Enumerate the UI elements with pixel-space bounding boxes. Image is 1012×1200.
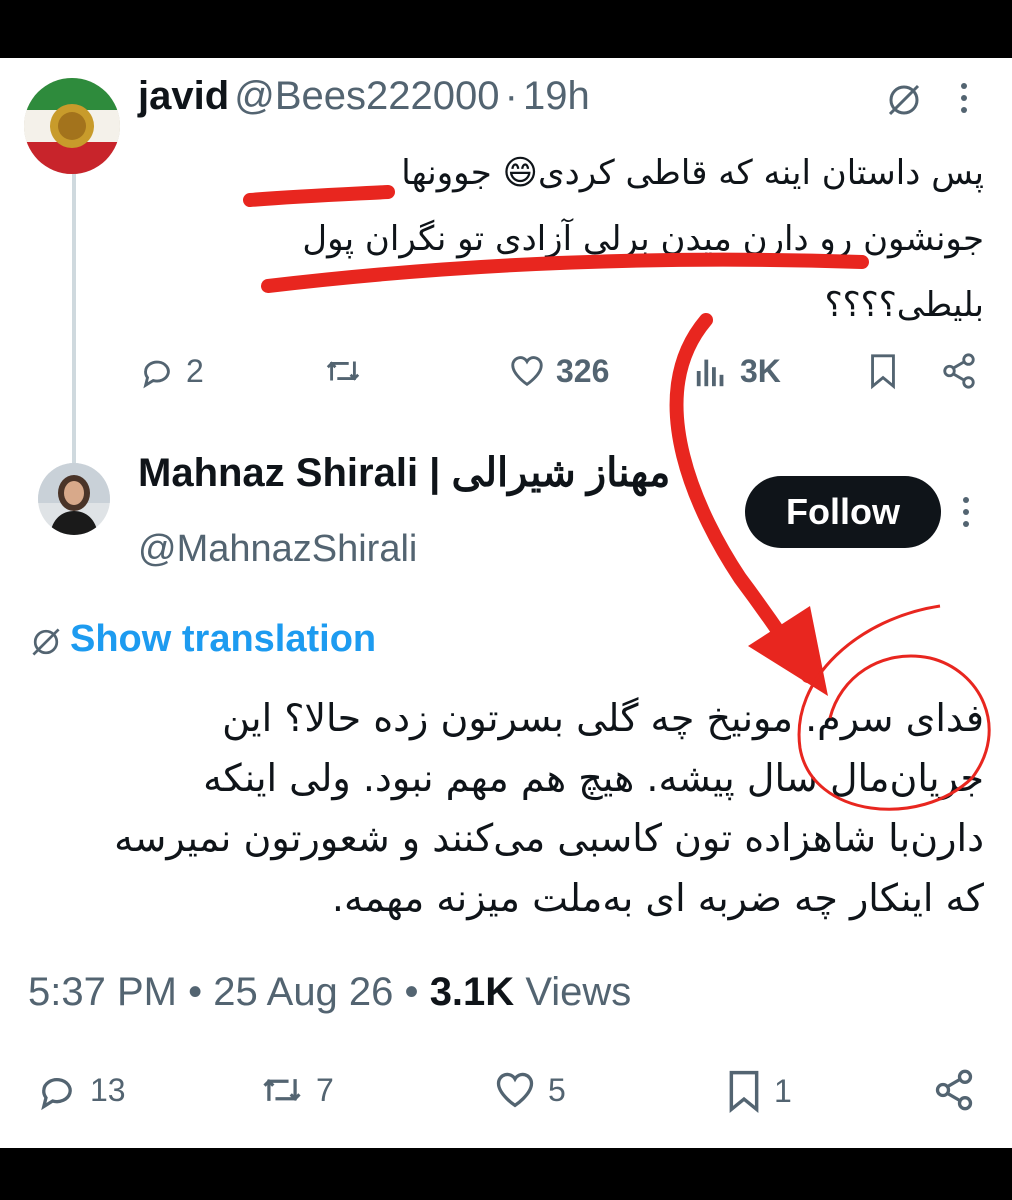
views-count: 3K	[740, 352, 781, 389]
separator: •	[404, 970, 419, 1014]
separator: •	[188, 970, 203, 1014]
timestamp[interactable]: 19h	[523, 74, 590, 118]
author-name[interactable]: javid	[138, 74, 229, 118]
repost-icon	[326, 361, 360, 381]
avatar[interactable]	[38, 463, 110, 535]
views-label: Views	[525, 970, 632, 1014]
tweet2-name[interactable]: Mahnaz Shirali | مهناز شیرالی	[138, 450, 670, 496]
share-action[interactable]	[932, 1068, 976, 1112]
share-icon	[943, 353, 975, 389]
repost-action[interactable]	[322, 352, 364, 390]
thread-line	[72, 158, 76, 498]
more-icon[interactable]	[954, 80, 974, 120]
reply-icon	[143, 360, 170, 389]
bookmark-icon	[729, 1070, 759, 1114]
separator: ·	[504, 74, 518, 118]
tweet-time[interactable]: 5:37 PM	[28, 970, 177, 1014]
tweet-text-line: جریان‌مال سال پیشه. هیچ هم مهم نبود. ولی…	[203, 756, 984, 800]
tweet-text-line: بلیطی؟؟؟؟	[824, 285, 984, 325]
more-icon[interactable]	[956, 494, 976, 534]
tweet2-text: فدای سرم. مونیخ چه گلی بسرتون زده حالا؟ …	[24, 688, 984, 928]
views-action[interactable]: 3K	[694, 352, 781, 390]
like-action[interactable]: 326	[508, 352, 609, 390]
bookmark-action[interactable]: 1	[724, 1068, 792, 1114]
tweet-card: javid @Bees222000 · 19h پس داستان اینه ک…	[0, 58, 1012, 1148]
views-count: 3.1K	[429, 970, 515, 1014]
tweet-date[interactable]: 25 Aug 26	[213, 970, 393, 1014]
repost-count: 7	[316, 1071, 334, 1108]
author-name[interactable]: Mahnaz Shirali | مهناز شیرالی	[138, 451, 670, 495]
tweet-meta: 5:37 PM • 25 Aug 26 • 3.1K Views	[28, 970, 631, 1015]
tweet-text-line: پس داستان اینه که قاطی کردی😄 جوونها	[401, 153, 984, 193]
avatar[interactable]	[24, 78, 120, 174]
tweet1-text: پس داستان اینه که قاطی کردی😄 جوونها جونش…	[164, 140, 984, 338]
like-action[interactable]: 5	[492, 1068, 566, 1112]
author-handle[interactable]: @Bees222000	[234, 74, 499, 118]
views-icon	[696, 359, 724, 387]
tweet-text-line: جونشون رو دارن میدن برلی آزادی تو نگران …	[302, 219, 984, 259]
bookmark-count: 1	[774, 1072, 792, 1109]
reply-count: 13	[90, 1071, 126, 1108]
bookmark-action[interactable]	[866, 352, 900, 390]
reply-action[interactable]: 2	[138, 352, 204, 390]
tweet-text-line: فدای سرم. مونیخ چه گلی بسرتون زده حالا؟ …	[222, 696, 984, 740]
share-action[interactable]	[940, 352, 978, 390]
tweet-text-line: دارن‌با شاهزاده تون کاسبی می‌کنند و شعور…	[114, 816, 984, 860]
like-icon	[496, 1072, 534, 1108]
like-icon	[511, 356, 543, 387]
repost-action[interactable]: 7	[258, 1068, 334, 1112]
show-translation-link[interactable]: Show translation	[70, 618, 376, 661]
reply-count: 2	[186, 352, 204, 389]
like-count: 326	[556, 352, 610, 389]
share-icon	[935, 1069, 973, 1111]
reply-action[interactable]: 13	[34, 1068, 126, 1112]
tweet1-header: javid @Bees222000 · 19h	[138, 74, 590, 119]
grok-icon[interactable]	[884, 80, 924, 124]
repost-icon	[263, 1078, 301, 1102]
arrow-head	[748, 606, 828, 696]
tweet-text-line: که اینکار چه ضربه ای به‌ملت میزنه مهمه.	[331, 876, 984, 920]
like-count: 5	[548, 1071, 566, 1108]
follow-button[interactable]: Follow	[745, 476, 941, 548]
translate-icon	[28, 624, 64, 664]
author-handle[interactable]: @MahnazShirali	[138, 528, 417, 571]
bookmark-icon	[871, 354, 895, 390]
reply-icon	[41, 1078, 72, 1111]
